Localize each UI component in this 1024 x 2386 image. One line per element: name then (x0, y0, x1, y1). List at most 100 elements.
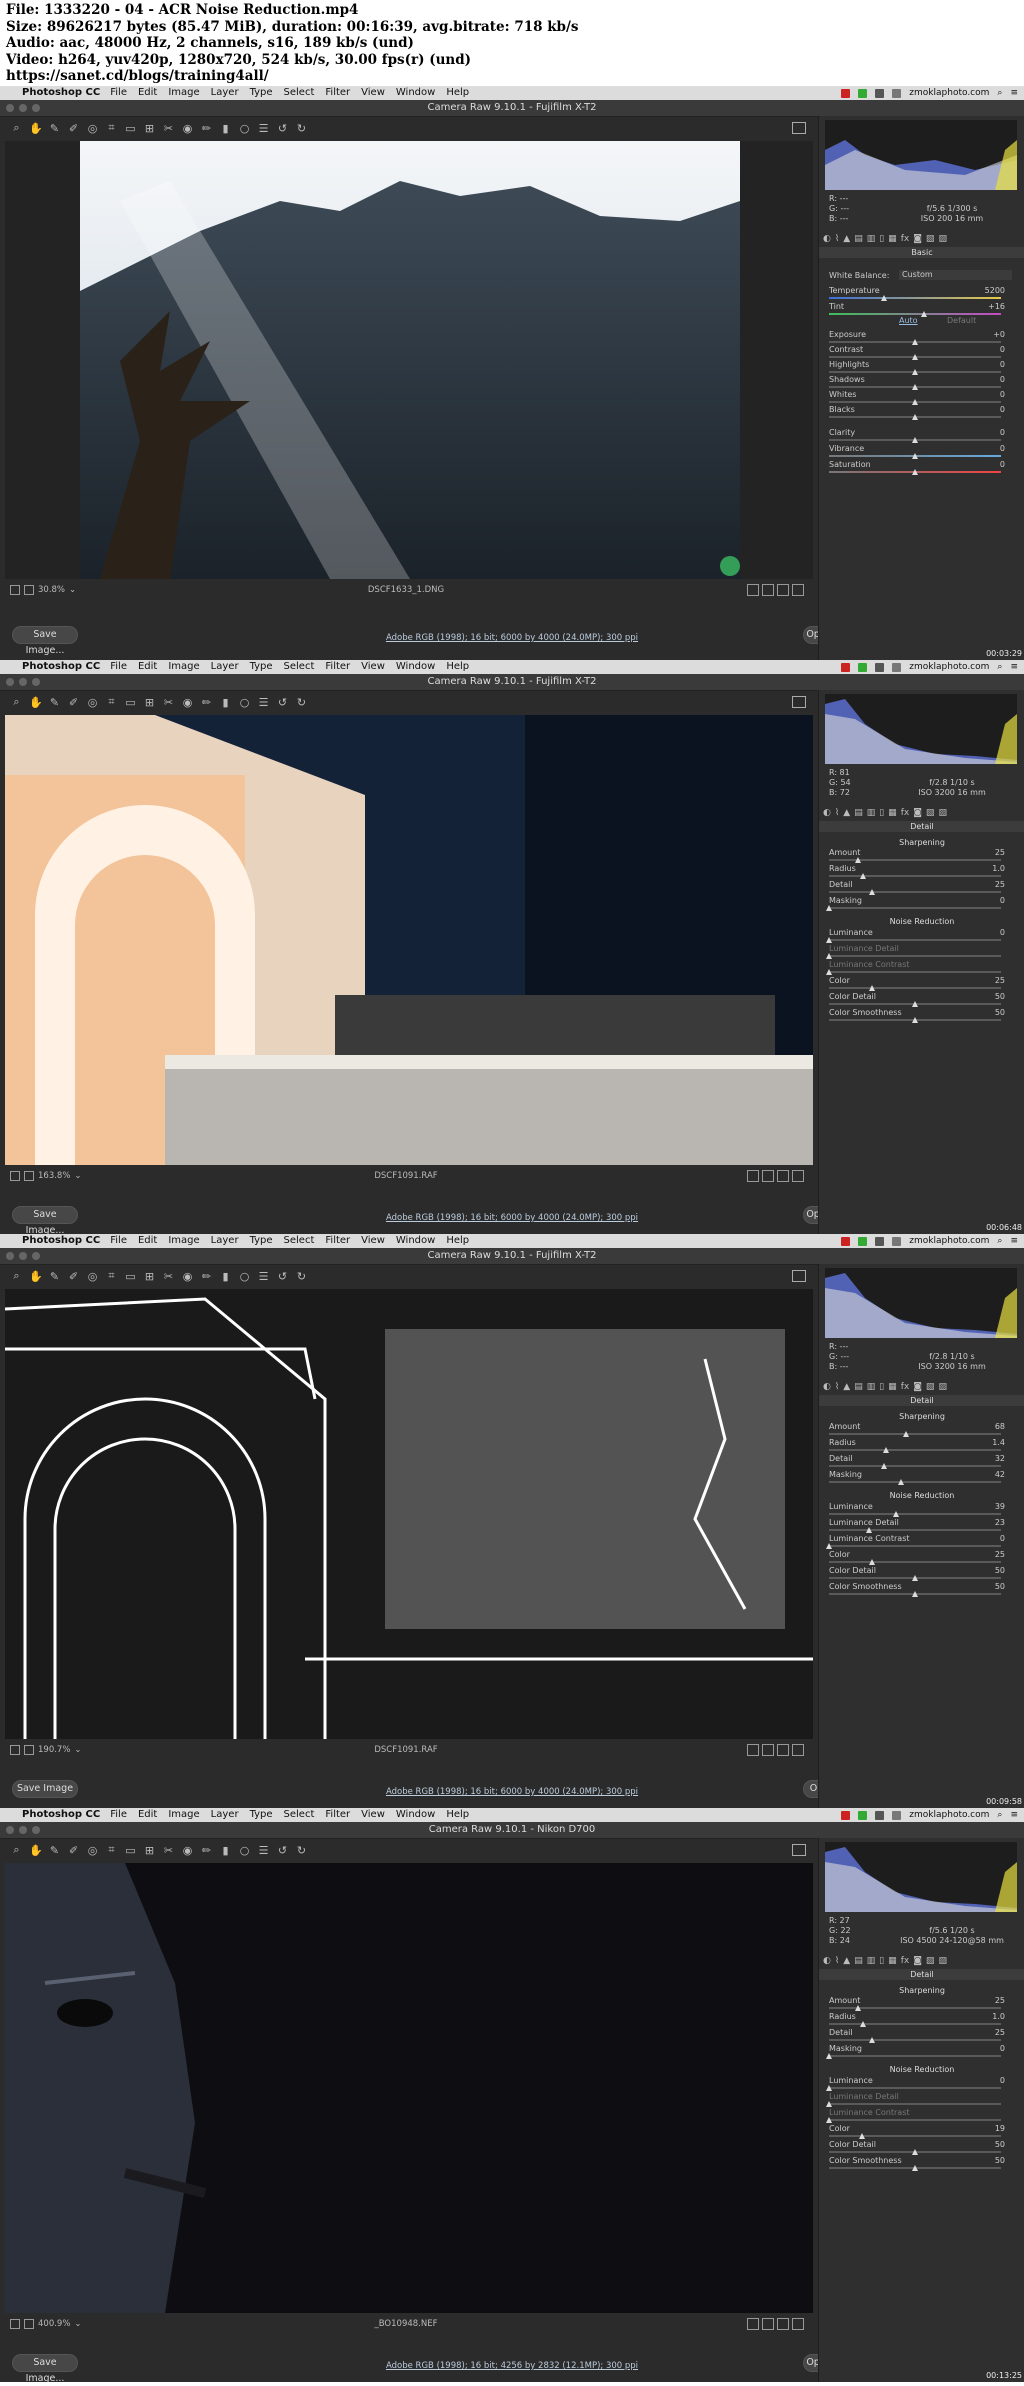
slider-value[interactable]: 50 (995, 1566, 1005, 1575)
transform-tab-icon[interactable]: ▦ (888, 808, 897, 820)
slider-thumb[interactable] (912, 453, 918, 459)
spot-removal-icon[interactable]: ✂ (162, 1270, 175, 1283)
graduated-filter-icon[interactable]: ▮ (219, 1844, 232, 1857)
slider-track[interactable] (829, 2023, 1001, 2025)
before-after-icon[interactable] (747, 1744, 759, 1756)
slider-track[interactable] (829, 2087, 1001, 2089)
slider-thumb[interactable] (921, 311, 927, 317)
slider-value[interactable]: 0 (1000, 345, 1005, 354)
app-icon[interactable] (858, 1810, 868, 1820)
slider-value[interactable]: 0 (1000, 460, 1005, 469)
menu-type[interactable]: Type (250, 86, 273, 100)
slider-value[interactable]: 39 (995, 1502, 1005, 1511)
slider-thumb[interactable] (866, 1527, 872, 1533)
record-icon[interactable] (841, 1236, 851, 1246)
rotate-left-icon[interactable]: ↺ (276, 1844, 289, 1857)
slider-track[interactable] (829, 1433, 1001, 1435)
slider-track[interactable] (829, 971, 1001, 973)
tone-curve-tab-icon[interactable]: ⌇ (835, 1382, 839, 1394)
copy-settings-icon[interactable] (777, 584, 789, 596)
preferences-icon[interactable]: ☰ (257, 1844, 270, 1857)
hand-tool-icon[interactable]: ✋ (29, 122, 43, 135)
slider-value[interactable]: 0 (1000, 405, 1005, 414)
slider-track[interactable] (829, 939, 1001, 941)
menu-list-icon[interactable]: ≡ (1010, 86, 1018, 100)
detail-tab-icon[interactable]: ▲ (843, 234, 850, 246)
menu-edit[interactable]: Edit (138, 660, 157, 674)
target-adjust-icon[interactable]: ◎ (86, 1844, 99, 1857)
slider-value[interactable]: 68 (995, 1422, 1005, 1431)
menu-image[interactable]: Image (168, 660, 199, 674)
slider-thumb[interactable] (893, 1511, 899, 1517)
slider-track[interactable] (829, 313, 1001, 315)
straighten-tool-icon[interactable]: ▭ (124, 122, 137, 135)
slider-thumb[interactable] (912, 2149, 918, 2155)
menu-file[interactable]: File (110, 1808, 127, 1822)
split-toning-tab-icon[interactable]: ▥ (867, 808, 876, 820)
menu-layer[interactable]: Layer (211, 660, 239, 674)
toggle-settings-icon[interactable] (792, 2318, 804, 2330)
snapshots-tab-icon[interactable]: ▨ (938, 1956, 947, 1968)
preferences-icon[interactable]: ☰ (257, 122, 270, 135)
rotate-left-icon[interactable]: ↺ (276, 1270, 289, 1283)
slider-thumb[interactable] (859, 2133, 865, 2139)
slider-track[interactable] (829, 1529, 1001, 1531)
window-controls[interactable] (6, 1252, 40, 1260)
wb-select[interactable]: Custom (899, 270, 1012, 280)
search-icon[interactable]: ⌕ (997, 1808, 1002, 1822)
crop-tool-icon[interactable]: ⌗ (105, 121, 118, 135)
slider-thumb[interactable] (898, 1479, 904, 1485)
rotate-left-icon[interactable]: ↺ (276, 696, 289, 709)
graduated-filter-icon[interactable]: ▮ (219, 1270, 232, 1283)
color-sampler-icon[interactable]: ✐ (67, 122, 80, 135)
hand-tool-icon[interactable]: ✋ (29, 1270, 43, 1283)
presets-tab-icon[interactable]: ▧ (926, 1956, 935, 1968)
radial-filter-icon[interactable]: ○ (238, 122, 251, 135)
radial-filter-icon[interactable]: ○ (238, 1270, 251, 1283)
menu-image[interactable]: Image (168, 86, 199, 100)
slider-value[interactable]: 42 (995, 1470, 1005, 1479)
before-after-icon[interactable] (747, 1170, 759, 1182)
menu-edit[interactable]: Edit (138, 1234, 157, 1248)
slider-value[interactable]: 0 (1000, 390, 1005, 399)
close-icon[interactable] (6, 678, 14, 686)
slider-thumb[interactable] (869, 2037, 875, 2043)
slider-track[interactable] (829, 2039, 1001, 2041)
menu-edit[interactable]: Edit (138, 1808, 157, 1822)
slider-thumb[interactable] (826, 969, 832, 975)
target-adjust-icon[interactable]: ◎ (86, 1270, 99, 1283)
slider-value[interactable]: 50 (995, 992, 1005, 1001)
slider-value[interactable]: 0 (1000, 928, 1005, 937)
slider-thumb[interactable] (912, 1575, 918, 1581)
menu-help[interactable]: Help (446, 660, 469, 674)
basic-tab-icon[interactable]: ◐ (823, 1382, 831, 1394)
transform-tab-icon[interactable]: ▦ (888, 234, 897, 246)
slider-row[interactable]: Color Smoothness 50 (829, 1582, 1015, 1602)
copy-settings-icon[interactable] (777, 2318, 789, 2330)
tone-curve-tab-icon[interactable]: ⌇ (835, 808, 839, 820)
slider-value[interactable]: +16 (988, 302, 1005, 311)
tone-curve-tab-icon[interactable]: ⌇ (835, 1956, 839, 1968)
slider-value[interactable]: 0 (1000, 428, 1005, 437)
slider-value[interactable]: 0 (1000, 444, 1005, 453)
toggle-settings-icon[interactable] (792, 1744, 804, 1756)
slider-value[interactable]: 50 (995, 2140, 1005, 2149)
hand-tool-icon[interactable]: ✋ (29, 1844, 43, 1857)
fullscreen-icon[interactable] (792, 122, 806, 134)
slider-thumb[interactable] (826, 953, 832, 959)
slider-thumb[interactable] (826, 1543, 832, 1549)
record-icon[interactable] (841, 1810, 851, 1820)
image-preview[interactable] (5, 715, 813, 1165)
slider-track[interactable] (829, 891, 1001, 893)
cloud-icon[interactable] (875, 1236, 885, 1246)
detail-tab-icon[interactable]: ▲ (843, 1382, 850, 1394)
menu-window[interactable]: Window (396, 660, 435, 674)
rotate-right-icon[interactable]: ↻ (295, 122, 308, 135)
snapshots-tab-icon[interactable]: ▨ (938, 1382, 947, 1394)
straighten-tool-icon[interactable]: ▭ (124, 1844, 137, 1857)
menu-image[interactable]: Image (168, 1234, 199, 1248)
slider-track[interactable] (829, 907, 1001, 909)
cloud-icon[interactable] (875, 662, 885, 672)
color-sampler-icon[interactable]: ✐ (67, 1270, 80, 1283)
lens-tab-icon[interactable]: ▯ (879, 234, 884, 246)
